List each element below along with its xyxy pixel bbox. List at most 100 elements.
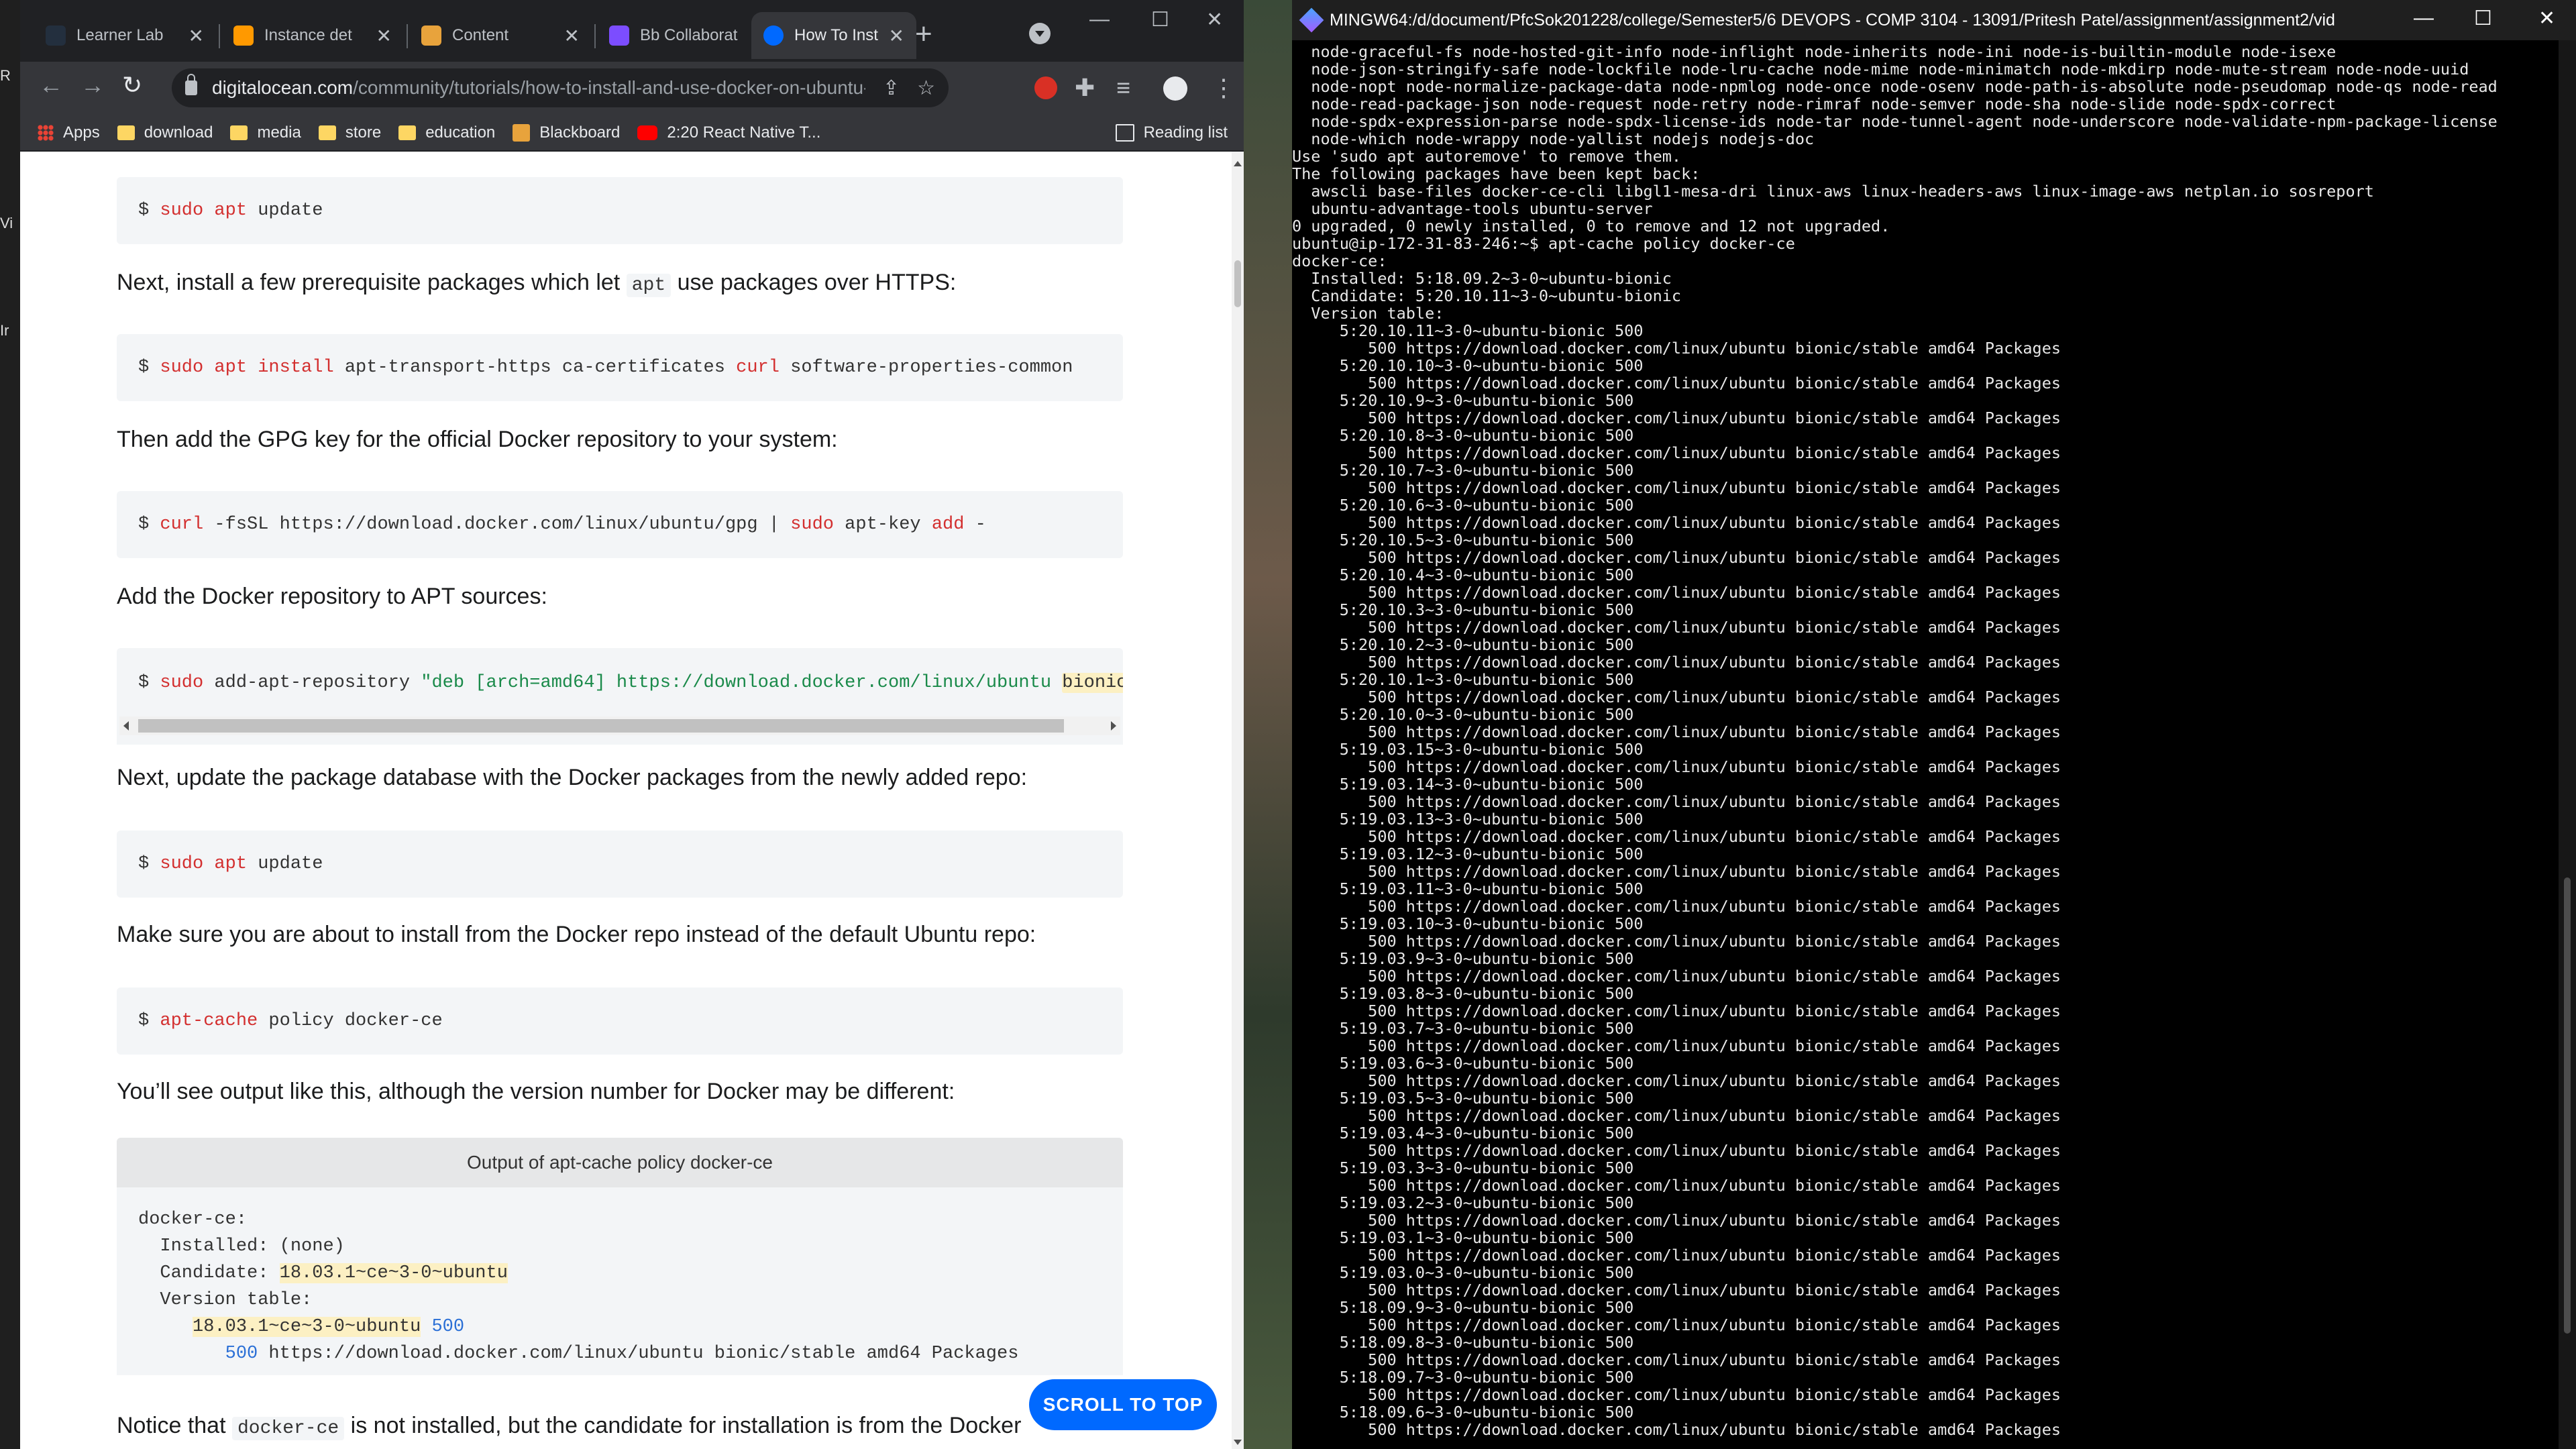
url-path: /community/tutorials/how-to-install-and-… bbox=[353, 77, 865, 98]
tab-learner-lab[interactable]: Learner Lab ✕ bbox=[34, 12, 216, 59]
terminal-scrollbar[interactable] bbox=[2559, 40, 2576, 1449]
maximize-button[interactable]: ☐ bbox=[1151, 8, 1169, 32]
code-block-install-prereqs: $ sudo apt install apt-transport-https c… bbox=[117, 334, 1123, 401]
terminal-line: 5:20.10.11~3-0~ubuntu-bionic 500 bbox=[1292, 321, 1644, 340]
terminal-line: 500 https://download.docker.com/linux/ub… bbox=[1292, 1211, 2061, 1230]
scroll-to-top-button[interactable]: SCROLL TO TOP bbox=[1029, 1379, 1217, 1430]
bookmark-label: education bbox=[425, 123, 496, 142]
terminal-line: 5:19.03.10~3-0~ubuntu-bionic 500 bbox=[1292, 914, 1644, 933]
extension-icon[interactable] bbox=[1034, 76, 1057, 99]
terminal-line: 5:18.09.8~3-0~ubuntu-bionic 500 bbox=[1292, 1333, 1634, 1352]
terminal-titlebar: MINGW64:/d/document/PfcSok201228/college… bbox=[1292, 0, 2576, 40]
share-icon[interactable]: ⇪ bbox=[883, 76, 900, 100]
terminal-line: 5:19.03.1~3-0~ubuntu-bionic 500 bbox=[1292, 1228, 1634, 1247]
close-tab-icon[interactable]: ✕ bbox=[564, 25, 580, 47]
desktop-left-edge: R Vi Ir bbox=[0, 0, 20, 1449]
maximize-button[interactable]: ☐ bbox=[2474, 7, 2492, 30]
menu-icon[interactable]: ⋮ bbox=[1212, 74, 1236, 102]
bookmark-store[interactable]: store bbox=[318, 123, 381, 142]
terminal-line: 500 https://download.docker.com/linux/ub… bbox=[1292, 757, 2061, 776]
terminal-line: 500 https://download.docker.com/linux/ub… bbox=[1292, 409, 2061, 427]
minimize-button[interactable]: — bbox=[1089, 8, 1110, 31]
terminal-line: 5:20.10.4~3-0~ubuntu-bionic 500 bbox=[1292, 566, 1634, 584]
paragraph: Notice that docker-ce is not installed, … bbox=[117, 1413, 1022, 1440]
inline-code: docker-ce bbox=[231, 1417, 345, 1440]
terminal-line: 500 https://download.docker.com/linux/ub… bbox=[1292, 827, 2061, 846]
new-tab-button[interactable]: + bbox=[915, 17, 932, 51]
bookmark-label: Apps bbox=[63, 123, 100, 142]
terminal-line: node-nopt node-normalize-package-data no… bbox=[1292, 77, 2498, 96]
terminal-line: ubuntu@ip-172-31-83-246:~$ apt-cache pol… bbox=[1292, 234, 1795, 253]
url-text: digitalocean.com/community/tutorials/how… bbox=[212, 77, 865, 99]
desktop-icon-label: Ir bbox=[0, 322, 9, 339]
bookmark-apps[interactable]: Apps bbox=[38, 123, 100, 142]
terminal-line: 500 https://download.docker.com/linux/ub… bbox=[1292, 1350, 2061, 1369]
reading-list-button[interactable]: Reading list bbox=[1115, 115, 1228, 150]
terminal-line: The following packages have been kept ba… bbox=[1292, 164, 1701, 183]
terminal-line: Installed: 5:18.09.2~3-0~ubuntu-bionic bbox=[1292, 269, 1672, 288]
tab-search-icon[interactable] bbox=[1029, 23, 1051, 44]
terminal-line: 500 https://download.docker.com/linux/ub… bbox=[1292, 443, 2061, 462]
terminal-title: MINGW64:/d/document/PfcSok201228/college… bbox=[1330, 10, 2335, 30]
terminal-line: node-which node-wrappy node-yallist node… bbox=[1292, 129, 1815, 148]
browser-window: Learner Lab ✕ Instance det ✕ Content ✕ B… bbox=[20, 0, 1244, 1449]
terminal-line: 500 https://download.docker.com/linux/ub… bbox=[1292, 1420, 2061, 1439]
media-control-icon[interactable]: ≡ bbox=[1116, 74, 1130, 102]
close-tab-icon[interactable]: ✕ bbox=[889, 25, 904, 47]
blackboard-icon bbox=[513, 124, 531, 142]
terminal-line: 5:20.10.2~3-0~ubuntu-bionic 500 bbox=[1292, 635, 1634, 654]
tab-label: Instance det bbox=[264, 26, 352, 44]
terminal-line: 500 https://download.docker.com/linux/ub… bbox=[1292, 862, 2061, 881]
back-button[interactable]: ← bbox=[39, 71, 63, 99]
url-domain: digitalocean.com bbox=[212, 77, 354, 98]
apps-grid-icon bbox=[38, 125, 54, 141]
close-tab-icon[interactable]: ✕ bbox=[189, 25, 204, 47]
horizontal-scrollbar[interactable] bbox=[119, 716, 1120, 735]
terminal-line: 500 https://download.docker.com/linux/ub… bbox=[1292, 1246, 2061, 1265]
terminal-line: 500 https://download.docker.com/linux/ub… bbox=[1292, 1106, 2061, 1125]
terminal-line: 500 https://download.docker.com/linux/ub… bbox=[1292, 1385, 2061, 1404]
folder-icon bbox=[398, 125, 417, 140]
bookmark-media[interactable]: media bbox=[230, 123, 301, 142]
page-scrollbar[interactable] bbox=[1232, 152, 1244, 1449]
terminal-line: 5:19.03.11~3-0~ubuntu-bionic 500 bbox=[1292, 879, 1644, 898]
tab-label: How To Inst bbox=[794, 26, 878, 44]
bookmark-label: Blackboard bbox=[539, 123, 621, 142]
youtube-icon bbox=[637, 125, 658, 140]
bookmark-star-icon[interactable]: ☆ bbox=[917, 76, 935, 100]
terminal-line: node-spdx-expression-parse node-spdx-lic… bbox=[1292, 112, 2498, 131]
close-window-button[interactable]: ✕ bbox=[1206, 8, 1223, 32]
minimize-button[interactable]: — bbox=[2414, 7, 2434, 30]
forward-button[interactable]: → bbox=[80, 71, 105, 99]
reading-list-icon bbox=[1115, 124, 1134, 142]
tab-instance-details[interactable]: Instance det ✕ bbox=[221, 12, 404, 59]
terminal-line: 500 https://download.docker.com/linux/ub… bbox=[1292, 1316, 2061, 1334]
terminal-line: 500 https://download.docker.com/linux/ub… bbox=[1292, 478, 2061, 497]
terminal-line: 500 https://download.docker.com/linux/ub… bbox=[1292, 548, 2061, 567]
terminal-line: 5:20.10.7~3-0~ubuntu-bionic 500 bbox=[1292, 461, 1634, 480]
bookmark-download[interactable]: download bbox=[117, 123, 213, 142]
profile-avatar[interactable] bbox=[1163, 76, 1187, 101]
terminal-line: 500 https://download.docker.com/linux/ub… bbox=[1292, 897, 2061, 916]
bookmark-react-native[interactable]: 2:20 React Native T... bbox=[637, 123, 820, 142]
tab-how-to-install[interactable]: How To Inst ✕ bbox=[751, 12, 916, 59]
bookmark-education[interactable]: education bbox=[398, 123, 495, 142]
inline-code: apt bbox=[626, 274, 672, 297]
terminal-output[interactable]: node-graceful-fs node-hosted-git-info no… bbox=[1292, 40, 2559, 1449]
bookmark-label: media bbox=[257, 123, 301, 142]
address-bar[interactable]: digitalocean.com/community/tutorials/how… bbox=[172, 68, 949, 107]
close-window-button[interactable]: ✕ bbox=[2538, 7, 2555, 30]
desktop-wallpaper bbox=[1244, 0, 1292, 1449]
extensions-puzzle-icon[interactable]: ✚ bbox=[1075, 74, 1095, 102]
terminal-line: 500 https://download.docker.com/linux/ub… bbox=[1292, 618, 2061, 637]
terminal-line: awscli base-files docker-ce-cli libgl1-m… bbox=[1292, 182, 2374, 201]
reload-button[interactable]: ↻ bbox=[122, 71, 142, 99]
terminal-line: 5:19.03.14~3-0~ubuntu-bionic 500 bbox=[1292, 775, 1644, 794]
terminal-line: 5:20.10.10~3-0~ubuntu-bionic 500 bbox=[1292, 356, 1644, 375]
bookmark-blackboard[interactable]: Blackboard bbox=[513, 123, 620, 142]
close-tab-icon[interactable]: ✕ bbox=[376, 25, 392, 47]
terminal-line: 5:20.10.3~3-0~ubuntu-bionic 500 bbox=[1292, 600, 1634, 619]
tab-content[interactable]: Content ✕ bbox=[409, 12, 592, 59]
terminal-line: Candidate: 5:20.10.11~3-0~ubuntu-bionic bbox=[1292, 286, 1682, 305]
digitalocean-icon bbox=[763, 25, 784, 46]
